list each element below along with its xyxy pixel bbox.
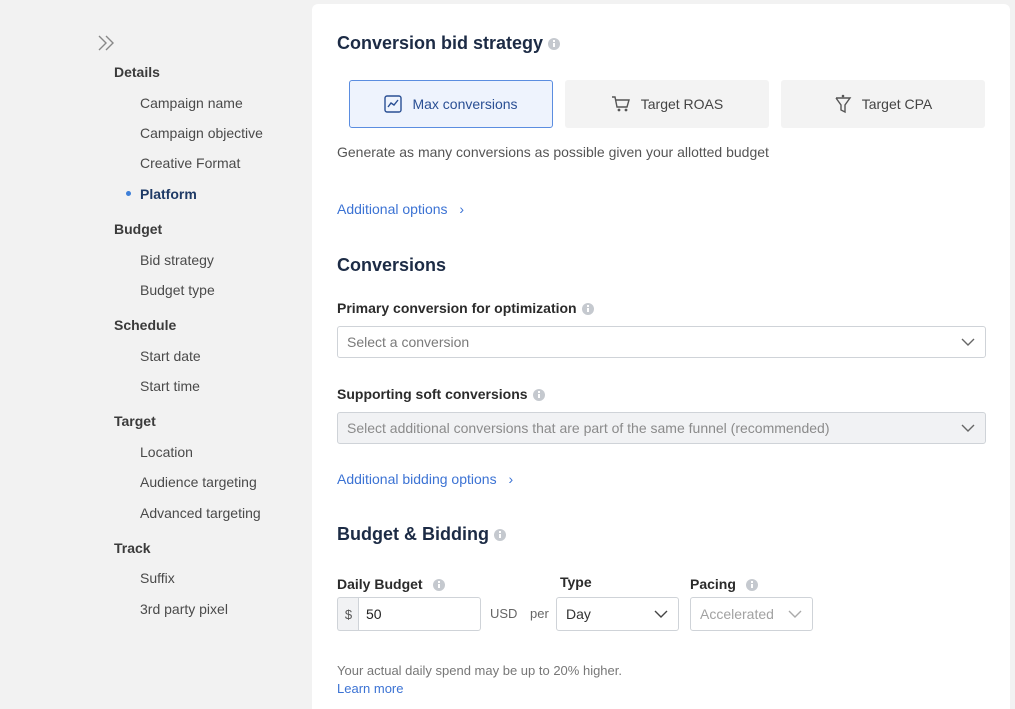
strategy-max-conversions-label: Max conversions [412, 96, 518, 112]
learn-more-link[interactable]: Learn more [337, 681, 403, 696]
primary-conversion-label-row: Primary conversion for optimization [337, 300, 594, 316]
main-panel: Conversion bid strategy Max conversions … [312, 4, 1010, 709]
strategy-target-roas-label: Target ROAS [640, 96, 724, 112]
funnel-icon [835, 94, 852, 114]
pacing-label-row: Pacing [690, 576, 758, 592]
additional-options-label: Additional options [337, 201, 448, 217]
additional-options-link[interactable]: Additional options › [337, 201, 464, 217]
chevron-right-icon: › [459, 201, 465, 217]
info-icon[interactable] [745, 579, 758, 592]
type-label: Type [560, 574, 592, 590]
budget-type-value: Day [566, 606, 591, 622]
additional-bidding-options-label: Additional bidding options [337, 471, 497, 487]
budget-bidding-title: Budget & Bidding [337, 524, 489, 544]
chevron-down-icon [788, 610, 802, 618]
bid-strategy-heading: Conversion bid strategy [337, 33, 561, 54]
budget-note: Your actual daily spend may be up to 20%… [337, 663, 622, 678]
chevron-right-icon: › [508, 471, 514, 487]
budget-type-select[interactable]: Day [556, 597, 679, 631]
daily-budget-label: Daily Budget [337, 576, 423, 592]
bid-strategy-title: Conversion bid strategy [337, 33, 544, 53]
sidebar-item-audience-targeting[interactable]: Audience targeting [140, 474, 257, 490]
additional-bidding-options-link[interactable]: Additional bidding options › [337, 471, 513, 487]
sidebar-item-budget-type[interactable]: Budget type [140, 282, 215, 298]
strategy-target-cpa-button[interactable]: Target CPA [781, 80, 985, 128]
info-icon[interactable] [432, 579, 445, 592]
strategy-target-roas-button[interactable]: Target ROAS [565, 80, 769, 128]
sidebar-item-bid-strategy[interactable]: Bid strategy [140, 252, 214, 268]
supporting-conversions-label: Supporting soft conversions [337, 386, 528, 402]
budget-bidding-heading: Budget & Bidding [337, 524, 506, 545]
primary-conversion-label: Primary conversion for optimization [337, 300, 577, 316]
nav-group-budget: Budget [114, 221, 163, 237]
primary-conversion-placeholder: Select a conversion [347, 334, 470, 350]
cart-icon [611, 96, 630, 112]
chevron-down-icon [961, 424, 975, 432]
strategy-max-conversions-button[interactable]: Max conversions [349, 80, 553, 128]
primary-conversion-select[interactable]: Select a conversion [337, 326, 986, 358]
per-label: per [530, 606, 549, 621]
currency-symbol: $ [337, 597, 359, 631]
info-icon[interactable] [581, 303, 594, 316]
nav-group-target: Target [114, 413, 156, 429]
sidebar-item-start-time[interactable]: Start time [140, 378, 200, 394]
supporting-conversions-select[interactable]: Select additional conversions that are p… [337, 412, 986, 444]
bid-strategy-description: Generate as many conversions as possible… [337, 144, 769, 160]
sidebar-item-campaign-name[interactable]: Campaign name [140, 95, 243, 111]
currency-code: USD [490, 606, 518, 621]
sidebar-item-campaign-objective[interactable]: Campaign objective [140, 125, 263, 141]
nav-group-details: Details [114, 64, 160, 80]
nav-group-track: Track [114, 540, 151, 556]
conversions-title: Conversions [337, 255, 447, 275]
supporting-conversions-label-row: Supporting soft conversions [337, 386, 545, 402]
chevron-down-icon [961, 338, 975, 346]
sidebar-item-advanced-targeting[interactable]: Advanced targeting [140, 505, 261, 521]
daily-budget-input[interactable]: 50 [358, 597, 481, 631]
pacing-value: Accelerated [700, 606, 774, 622]
sidebar-item-location[interactable]: Location [140, 444, 193, 460]
info-icon[interactable] [493, 529, 506, 542]
sidebar-item-creative-format[interactable]: Creative Format [140, 155, 240, 171]
sidebar-item-platform[interactable]: Platform [140, 186, 197, 202]
active-indicator-dot [126, 191, 131, 196]
trend-chart-icon [384, 95, 403, 113]
nav-group-schedule: Schedule [114, 317, 177, 333]
info-icon[interactable] [532, 389, 545, 402]
sidebar-item-suffix[interactable]: Suffix [140, 570, 175, 586]
chevron-down-icon [654, 610, 668, 618]
sidebar-item-3rd-party-pixel[interactable]: 3rd party pixel [140, 601, 228, 617]
info-icon[interactable] [548, 38, 561, 51]
sidebar-item-start-date[interactable]: Start date [140, 348, 201, 364]
pacing-select[interactable]: Accelerated [690, 597, 813, 631]
collapse-sidebar-icon[interactable] [97, 34, 117, 52]
sidebar: Details Campaign name Campaign objective… [0, 0, 312, 709]
strategy-target-cpa-label: Target CPA [861, 96, 933, 112]
pacing-label: Pacing [690, 576, 736, 592]
daily-budget-label-row: Daily Budget [337, 576, 445, 592]
supporting-conversions-placeholder: Select additional conversions that are p… [347, 420, 830, 436]
